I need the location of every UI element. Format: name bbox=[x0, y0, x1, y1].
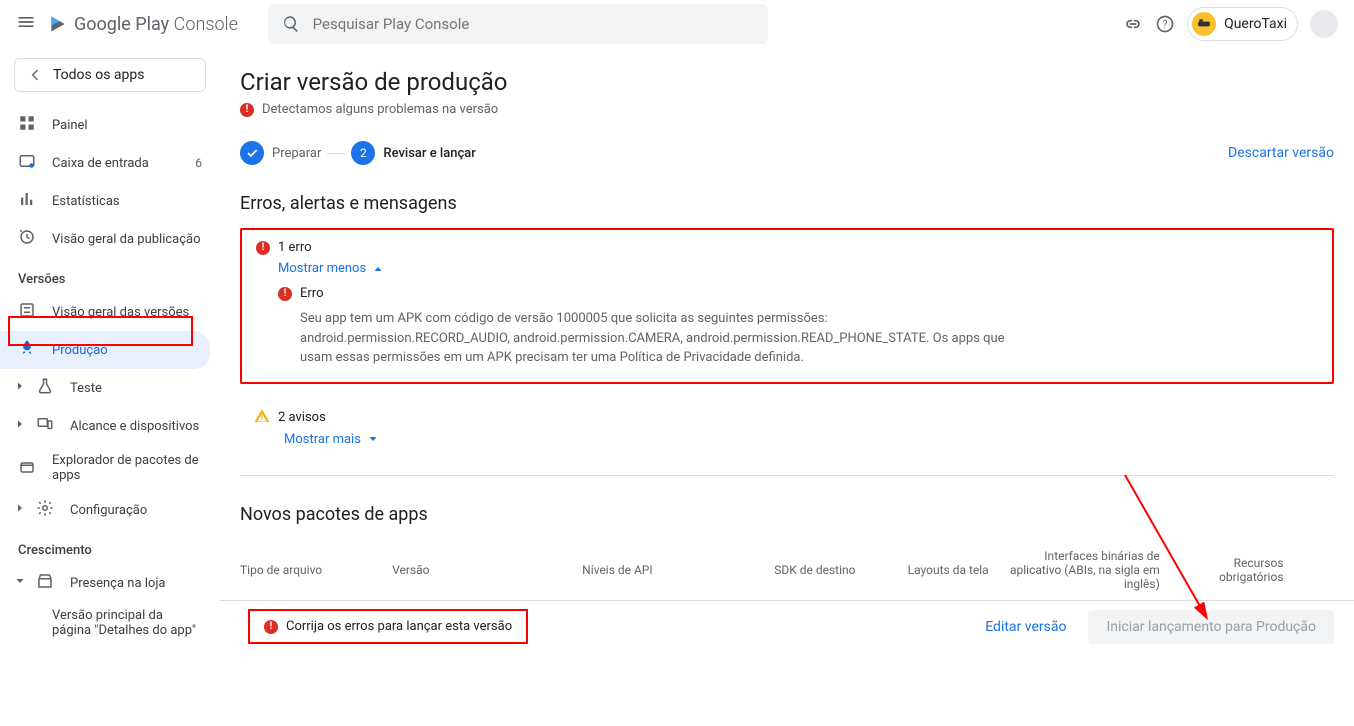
show-less-toggle[interactable]: Mostrar menos bbox=[278, 261, 1318, 276]
sidebar-item-stats[interactable]: Estatísticas bbox=[0, 182, 220, 220]
sidebar-item-label: Explorador de pacotes de apps bbox=[52, 453, 202, 483]
chevron-right-icon bbox=[14, 418, 28, 434]
history-icon bbox=[18, 228, 38, 250]
account-chip[interactable]: QueroTaxi bbox=[1187, 7, 1298, 41]
arrow-left-icon bbox=[27, 67, 43, 83]
step-label: Preparar bbox=[272, 146, 321, 161]
start-rollout-button: Iniciar lançamento para Produção bbox=[1088, 610, 1334, 644]
svg-text:?: ? bbox=[1163, 19, 1168, 30]
section-errors-heading: Erros, alertas e mensagens bbox=[240, 193, 1334, 214]
help-icon[interactable]: ? bbox=[1155, 14, 1175, 34]
storefront-icon bbox=[36, 572, 56, 594]
warning-icon bbox=[254, 408, 270, 428]
sidebar-item-publishing-overview[interactable]: Visão geral da publicação bbox=[0, 220, 220, 258]
step-review[interactable]: 2 Revisar e lançar bbox=[351, 141, 476, 165]
th-resources: Recursos obrigatórios bbox=[1172, 556, 1296, 584]
error-icon: ! bbox=[278, 287, 292, 301]
flask-icon bbox=[36, 377, 56, 399]
inbox-icon bbox=[18, 152, 38, 174]
show-more-label: Mostrar mais bbox=[284, 432, 361, 447]
inbox-badge: 6 bbox=[195, 156, 202, 170]
error-icon: ! bbox=[240, 103, 254, 117]
step-label: Revisar e lançar bbox=[383, 146, 476, 161]
overview-icon bbox=[18, 301, 38, 323]
chevron-down-icon bbox=[367, 433, 379, 445]
th-version: Versão bbox=[392, 563, 582, 577]
th-abi: Interfaces binárias de aplicativo (ABIs,… bbox=[1001, 549, 1172, 591]
search-icon bbox=[282, 14, 301, 34]
user-avatar[interactable] bbox=[1310, 10, 1338, 38]
sidebar-item-release-overview[interactable]: Visão geral das versões bbox=[0, 293, 220, 331]
th-sdk: SDK de destino bbox=[734, 563, 867, 577]
sidebar-item-setup[interactable]: Configuração bbox=[0, 491, 220, 529]
section-growth: Crescimento bbox=[0, 529, 220, 564]
sidebar-item-label: Produção bbox=[52, 343, 108, 358]
sidebar-item-label: Visão geral da publicação bbox=[52, 232, 201, 247]
sidebar-item-painel[interactable]: Painel bbox=[0, 106, 220, 144]
sidebar-item-bundle-explorer[interactable]: Explorador de pacotes de apps bbox=[0, 445, 220, 491]
step-prepare[interactable]: Preparar bbox=[240, 141, 321, 165]
sidebar-item-label: Visão geral das versões bbox=[52, 305, 189, 320]
bundle-icon bbox=[18, 457, 38, 479]
divider bbox=[240, 475, 1334, 476]
chevron-right-icon bbox=[14, 502, 28, 518]
app-avatar-icon bbox=[1192, 12, 1216, 36]
sidebar-item-inbox[interactable]: Caixa de entrada 6 bbox=[0, 144, 220, 182]
link-icon[interactable] bbox=[1123, 14, 1143, 34]
back-all-apps[interactable]: Todos os apps bbox=[14, 58, 206, 92]
check-icon bbox=[240, 141, 264, 165]
logo-suffix: Console bbox=[174, 14, 238, 35]
devices-icon bbox=[36, 415, 56, 437]
account-name: QueroTaxi bbox=[1224, 16, 1287, 32]
sidebar-item-store-presence[interactable]: Presença na loja bbox=[0, 564, 220, 602]
sidebar-item-label: Presença na loja bbox=[70, 576, 166, 591]
stats-icon bbox=[18, 190, 38, 212]
sidebar-item-label: Painel bbox=[52, 118, 88, 133]
edit-version-button[interactable]: Editar versão bbox=[973, 611, 1078, 643]
step-connector bbox=[327, 153, 345, 154]
sidebar-item-label: Caixa de entrada bbox=[52, 156, 149, 171]
chevron-right-icon bbox=[14, 380, 28, 396]
logo-brand: Google Play bbox=[74, 14, 169, 35]
gear-icon bbox=[36, 499, 56, 521]
show-less-label: Mostrar menos bbox=[278, 261, 366, 276]
sidebar-subitem-main-listing[interactable]: Versão principal da página "Detalhes do … bbox=[0, 602, 220, 644]
rocket-icon bbox=[18, 339, 38, 361]
error-icon: ! bbox=[264, 620, 278, 634]
error-panel: ! 1 erro Mostrar menos ! Erro Seu app te… bbox=[240, 228, 1334, 384]
alert-text: Detectamos alguns problemas na versão bbox=[262, 102, 498, 117]
sidebar-item-reach-devices[interactable]: Alcance e dispositivos bbox=[0, 407, 220, 445]
logo[interactable]: Google Play Console bbox=[48, 14, 238, 35]
search-bar[interactable] bbox=[268, 4, 768, 44]
error-body: Seu app tem um APK com código de versão … bbox=[300, 309, 1020, 368]
warning-count: 2 avisos bbox=[278, 410, 326, 425]
dashboard-icon bbox=[18, 114, 38, 136]
th-layouts: Layouts da tela bbox=[868, 563, 1001, 577]
page-title: Criar versão de produção bbox=[240, 68, 1334, 96]
sidebar-item-label: Configuração bbox=[70, 503, 147, 518]
error-icon: ! bbox=[256, 241, 270, 255]
error-count: 1 erro bbox=[278, 240, 312, 255]
th-file: Tipo de arquivo bbox=[240, 563, 392, 577]
chevron-down-icon bbox=[14, 575, 28, 591]
menu-icon[interactable] bbox=[16, 12, 36, 36]
section-bundles-heading: Novos pacotes de apps bbox=[240, 504, 1334, 525]
sidebar-item-label: Teste bbox=[70, 381, 102, 396]
discard-link[interactable]: Descartar versão bbox=[1228, 145, 1334, 161]
back-label: Todos os apps bbox=[53, 67, 145, 83]
footer-error-text: Corrija os erros para lançar esta versão bbox=[286, 619, 512, 634]
section-versions: Versões bbox=[0, 258, 220, 293]
step-number: 2 bbox=[351, 141, 375, 165]
show-more-toggle[interactable]: Mostrar mais bbox=[284, 432, 1320, 447]
search-input[interactable] bbox=[313, 15, 754, 33]
footer-error-box: ! Corrija os erros para lançar esta vers… bbox=[248, 609, 528, 644]
sidebar-item-production[interactable]: Produção bbox=[0, 331, 210, 369]
sidebar-item-label: Estatísticas bbox=[52, 194, 120, 209]
th-api: Níveis de API bbox=[582, 563, 734, 577]
sidebar-item-label: Alcance e dispositivos bbox=[70, 419, 199, 434]
sidebar-item-testing[interactable]: Teste bbox=[0, 369, 220, 407]
error-label: Erro bbox=[300, 286, 324, 301]
chevron-up-icon bbox=[372, 263, 384, 275]
